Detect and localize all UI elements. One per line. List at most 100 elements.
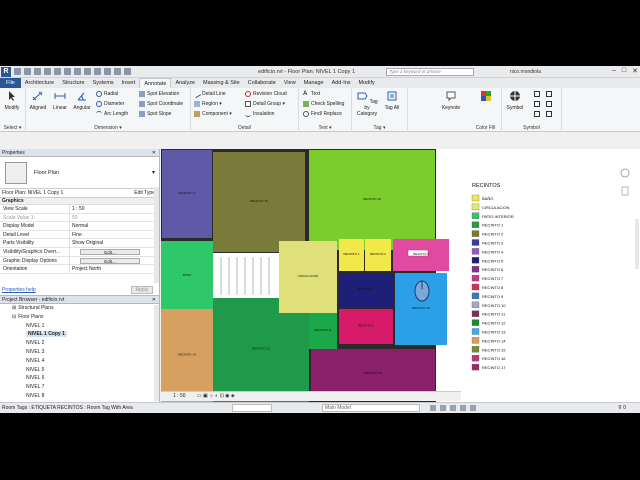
tab-collaborate[interactable]: Collaborate xyxy=(244,78,280,88)
fabric-reinforcement-button[interactable] xyxy=(546,111,552,117)
reveal-hidden-icon[interactable]: ◈ xyxy=(231,393,235,399)
room-tag[interactable]: RECINTO 18 xyxy=(363,197,381,201)
browser-node[interactable]: NIVEL 8 xyxy=(0,392,159,401)
property-value[interactable]: Show Original xyxy=(70,239,159,247)
room-tag[interactable]: RECINTO 14 xyxy=(178,353,196,357)
arc-length-button[interactable]: Arc Length xyxy=(96,111,128,117)
close-icon[interactable]: ✕ xyxy=(632,67,638,75)
browser-node[interactable]: NIVEL 6 xyxy=(0,374,159,383)
tab-architecture[interactable]: Architecture xyxy=(21,78,58,88)
redo-icon[interactable] xyxy=(54,68,61,75)
room-tag[interactable]: RECINTO 17 xyxy=(178,191,196,195)
symbol-button[interactable]: Symbol xyxy=(504,90,526,111)
browser-node[interactable]: NIVEL 5 xyxy=(0,366,159,375)
tab-structure[interactable]: Structure xyxy=(58,78,88,88)
link-icon[interactable] xyxy=(430,405,436,411)
visual-style-icon[interactable]: ▣ xyxy=(203,393,208,399)
browser-node[interactable]: ⊞ Structural Plans xyxy=(0,304,159,313)
browser-node[interactable]: NIVEL 1 Copy 1 xyxy=(0,330,159,339)
angular-button[interactable]: Angular xyxy=(72,90,92,111)
span-direction-button[interactable] xyxy=(534,91,540,97)
save-icon[interactable] xyxy=(24,68,31,75)
shadows-icon[interactable]: ◐ xyxy=(215,393,218,399)
zoom-icon[interactable] xyxy=(621,186,629,196)
maximize-icon[interactable]: □ xyxy=(622,67,626,75)
room-tag[interactable]: PATIO xyxy=(183,273,192,277)
expand-icon[interactable]: ⊞ xyxy=(12,305,16,311)
text-icon[interactable] xyxy=(84,68,91,75)
thin-lines-icon[interactable] xyxy=(114,68,121,75)
tab-modify[interactable]: Modify xyxy=(355,78,379,88)
text-group-label[interactable]: Text ▾ xyxy=(299,125,351,131)
underlay-icon[interactable] xyxy=(440,405,446,411)
properties-help-link[interactable]: Properties help xyxy=(2,287,36,293)
find-replace-button[interactable]: Find/ Replace xyxy=(303,111,342,117)
property-value[interactable]: Edit... xyxy=(70,257,159,265)
selection-filter-count[interactable]: ⊽ 0 xyxy=(618,403,626,413)
view-scale[interactable]: 1 : 50 xyxy=(173,393,186,399)
room-tag[interactable]: RECINTO 12 xyxy=(252,347,270,351)
room-tag[interactable]: RECINTO 16 xyxy=(364,371,382,375)
crop-view-icon[interactable]: ⊡ xyxy=(220,393,224,399)
tab-analyze[interactable]: Analyze xyxy=(171,78,199,88)
open-icon[interactable] xyxy=(14,68,21,75)
edit-button[interactable]: Edit... xyxy=(80,257,140,265)
color-fill-legend[interactable]: RECINTOS BAÑO CIRCULACION PATIO INTERIOR RE… xyxy=(471,183,514,371)
tab-add-ins[interactable]: Add-Ins xyxy=(328,78,355,88)
print-icon[interactable] xyxy=(64,68,71,75)
search-input[interactable]: Type a keyword or phrase xyxy=(386,68,474,76)
tab-annotate[interactable]: Annotate xyxy=(139,78,172,88)
room-tag[interactable]: RECINTO 1 xyxy=(344,252,360,256)
properties-scrollbar[interactable] xyxy=(154,187,159,283)
drag-select-icon[interactable] xyxy=(470,405,476,411)
browser-node[interactable]: NIVEL 1 xyxy=(0,322,159,331)
detail-level-icon[interactable]: ▭ xyxy=(197,393,202,399)
room-tag[interactable]: RECINTO 5 xyxy=(358,287,374,291)
close-icon[interactable]: ✕ xyxy=(152,296,156,304)
tab-view[interactable]: View xyxy=(280,78,300,88)
tag-by-category-button[interactable]: Tag by Category xyxy=(354,90,380,117)
expand-icon[interactable]: ⊟ xyxy=(12,314,16,320)
browser-node[interactable]: NIVEL 4 xyxy=(0,357,159,366)
undo-icon[interactable] xyxy=(44,68,51,75)
stair-path-button[interactable] xyxy=(534,111,540,117)
component-button[interactable]: Component ▾ xyxy=(194,111,232,117)
spot-elevation-button[interactable]: Spot Elevation xyxy=(139,91,179,97)
chevron-down-icon[interactable]: ▾ xyxy=(152,169,155,176)
edit-type-button[interactable]: Edit Type xyxy=(134,189,155,198)
close-hidden-icon[interactable] xyxy=(124,68,131,75)
tag-group-label[interactable]: Tag ▾ xyxy=(352,125,407,131)
linear-button[interactable]: Linear xyxy=(50,90,70,111)
room-tag[interactable]: CIRCULACION xyxy=(298,274,319,278)
browser-scrollbar[interactable] xyxy=(154,305,159,401)
property-value[interactable]: Normal xyxy=(70,222,159,230)
section-icon[interactable] xyxy=(104,68,111,75)
beam-symbol-button[interactable] xyxy=(534,101,540,107)
instance-selector[interactable]: Floor Plan: NIVEL 1 Copy 1 Edit Type xyxy=(0,189,159,198)
minimize-icon[interactable]: – xyxy=(612,67,616,75)
browser-node[interactable]: NIVEL 7 xyxy=(0,383,159,392)
apply-button[interactable]: Apply xyxy=(131,286,153,294)
diameter-button[interactable]: Diameter xyxy=(96,101,124,107)
canvas-scrollbar[interactable] xyxy=(635,219,639,269)
measure-icon[interactable] xyxy=(74,68,81,75)
keynote-button[interactable]: Keynote xyxy=(440,90,462,111)
property-value[interactable]: Project North xyxy=(70,265,159,273)
revision-cloud-button[interactable]: Revision Cloud xyxy=(245,91,287,97)
user-name[interactable]: nico.mondiola xyxy=(510,69,541,75)
room-tag[interactable]: RECINTO 2 xyxy=(370,252,386,256)
3d-view-icon[interactable] xyxy=(94,68,101,75)
view-navigation[interactable] xyxy=(620,168,639,269)
browser-node[interactable]: NIVEL 2 xyxy=(0,339,159,348)
design-option-dropdown[interactable]: Main Model xyxy=(322,404,420,412)
dimension-label[interactable]: Dimension ▾ xyxy=(26,125,190,131)
property-value[interactable]: Fine xyxy=(70,231,159,239)
type-selector[interactable]: Floor Plan ▾ xyxy=(0,157,159,189)
insulation-button[interactable]: Insulation xyxy=(245,111,274,117)
tab-massing-site[interactable]: Massing & Site xyxy=(199,78,244,88)
tab-systems[interactable]: Systems xyxy=(89,78,118,88)
detail-group-button[interactable]: Detail Group ▾ xyxy=(245,101,285,107)
browser-node[interactable]: NIVEL 3 xyxy=(0,348,159,357)
color-fill-button[interactable] xyxy=(477,90,495,105)
modify-button[interactable]: Modify xyxy=(3,90,21,111)
